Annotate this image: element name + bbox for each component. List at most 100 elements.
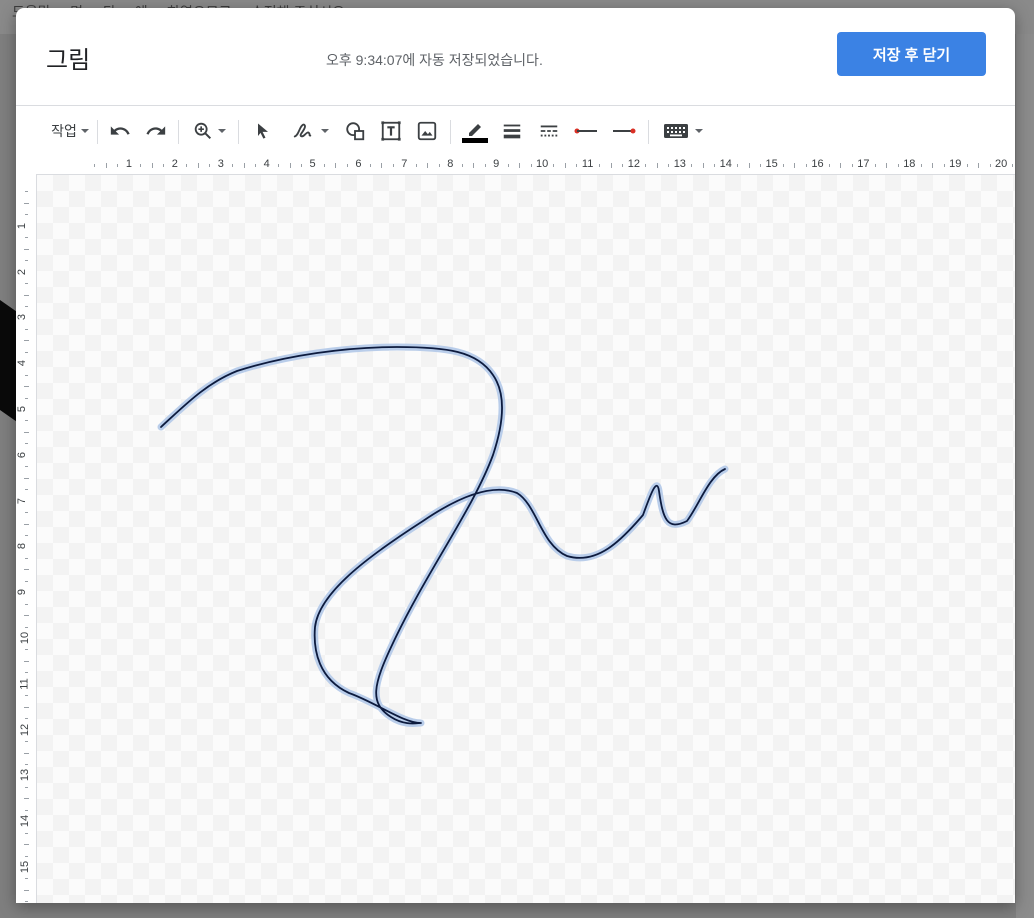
- ruler-tick: [24, 260, 28, 262]
- ruler-tick: [24, 878, 28, 880]
- ruler-tick: [794, 162, 796, 168]
- ruler-label: 9: [493, 158, 500, 170]
- line-color-icon: [462, 124, 488, 143]
- ruler-tick: [943, 163, 945, 167]
- ruler-tick: [24, 832, 28, 834]
- ruler-tick: [24, 557, 28, 559]
- ruler-label: 14: [19, 815, 32, 828]
- ruler-tick: [151, 162, 153, 168]
- toolbar-divider: [450, 120, 451, 144]
- zoom-icon: [194, 122, 212, 140]
- ruler-tick: [610, 162, 612, 168]
- ruler-tick: [23, 660, 29, 662]
- ruler-tick: [978, 162, 980, 168]
- ruler-label: 7: [401, 158, 408, 170]
- ruler-tick: [381, 162, 383, 168]
- toolbar-divider: [178, 120, 179, 144]
- ruler-tick: [197, 162, 199, 168]
- ruler-tick: [507, 163, 509, 167]
- textbox-tool-button[interactable]: [378, 106, 404, 156]
- ruler-tick: [748, 162, 750, 168]
- ruler-tick: [932, 162, 934, 168]
- save-and-close-button[interactable]: 저장 후 닫기: [837, 32, 986, 76]
- ruler-tick: [1012, 163, 1014, 167]
- drawing-canvas[interactable]: [37, 175, 1015, 903]
- ruler-label: 14: [719, 158, 732, 170]
- shape-tool-button[interactable]: [342, 106, 368, 156]
- line-tool-button[interactable]: [284, 106, 336, 156]
- ruler-label: 6: [16, 451, 29, 458]
- ruler-label: 12: [19, 723, 32, 736]
- drawing-surface: [157, 343, 729, 727]
- select-tool-button[interactable]: [250, 106, 276, 156]
- ruler-tick: [24, 214, 28, 216]
- ruler-tick: [645, 163, 647, 167]
- ruler-tick: [232, 163, 234, 167]
- ruler-label: 15: [765, 158, 778, 170]
- ruler-tick: [24, 786, 28, 788]
- zoom-button[interactable]: [188, 106, 230, 156]
- ruler-label: 10: [536, 158, 549, 170]
- ruler-tick: [530, 163, 532, 167]
- ruler-tick: [622, 163, 624, 167]
- toolbar-divider: [238, 120, 239, 144]
- ruler-corner: [16, 156, 36, 175]
- line-end-button[interactable]: [610, 106, 638, 156]
- ruler-tick: [23, 569, 29, 571]
- ruler-tick: [473, 162, 475, 168]
- redo-button[interactable]: [142, 106, 170, 156]
- ruler-label: 5: [309, 158, 316, 170]
- ruler-tick: [24, 626, 28, 628]
- ruler-tick: [23, 844, 29, 846]
- ruler-tick: [346, 163, 348, 167]
- ruler-label: 20: [995, 158, 1008, 170]
- line-color-button[interactable]: [460, 106, 490, 156]
- chevron-down-icon: [218, 129, 226, 133]
- ruler-tick: [209, 163, 211, 167]
- ruler-label: 13: [673, 158, 686, 170]
- chevron-down-icon: [321, 129, 329, 133]
- ruler-label: 19: [949, 158, 962, 170]
- redo-icon: [146, 126, 166, 135]
- ruler-label: 13: [19, 769, 32, 782]
- toolbar-divider: [97, 120, 98, 144]
- ruler-label: 9: [16, 589, 29, 596]
- ruler-tick: [24, 466, 28, 468]
- chevron-down-icon: [80, 129, 89, 133]
- ruler-tick: [24, 580, 28, 582]
- ruler-label: 3: [217, 158, 224, 170]
- ruler-tick: [24, 443, 28, 445]
- ruler-tick: [851, 163, 853, 167]
- ruler-tick: [438, 163, 440, 167]
- ruler-label: 16: [811, 158, 824, 170]
- ruler-label: 2: [16, 268, 29, 275]
- line-start-button[interactable]: [572, 106, 600, 156]
- ruler-tick: [840, 162, 842, 168]
- scribble-stroke: [160, 346, 726, 725]
- ruler-tick: [23, 477, 29, 479]
- ruler-tick: [24, 283, 28, 285]
- ruler-tick: [737, 163, 739, 167]
- input-tools-button[interactable]: [658, 106, 708, 156]
- ruler-tick: [24, 512, 28, 514]
- drawing-toolbar: 작업: [16, 105, 1015, 157]
- ruler-tick: [897, 163, 899, 167]
- ruler-tick: [553, 163, 555, 167]
- background-panel: [1016, 34, 1034, 918]
- ruler-tick: [714, 163, 716, 167]
- ruler-tick: [24, 374, 28, 376]
- ruler-tick: [484, 163, 486, 167]
- ruler-tick: [519, 162, 521, 168]
- line-weight-button[interactable]: [498, 106, 526, 156]
- line-dash-button[interactable]: [535, 106, 563, 156]
- ruler-tick: [24, 191, 28, 193]
- ruler-tick: [243, 162, 245, 168]
- ruler-tick: [599, 163, 601, 167]
- actions-menu[interactable]: 작업: [46, 106, 94, 156]
- image-tool-button[interactable]: [414, 106, 440, 156]
- ruler-tick: [117, 163, 119, 167]
- ruler-label: 11: [18, 678, 31, 690]
- ruler-tick: [23, 294, 29, 296]
- undo-button[interactable]: [106, 106, 134, 156]
- ruler-tick: [23, 202, 29, 204]
